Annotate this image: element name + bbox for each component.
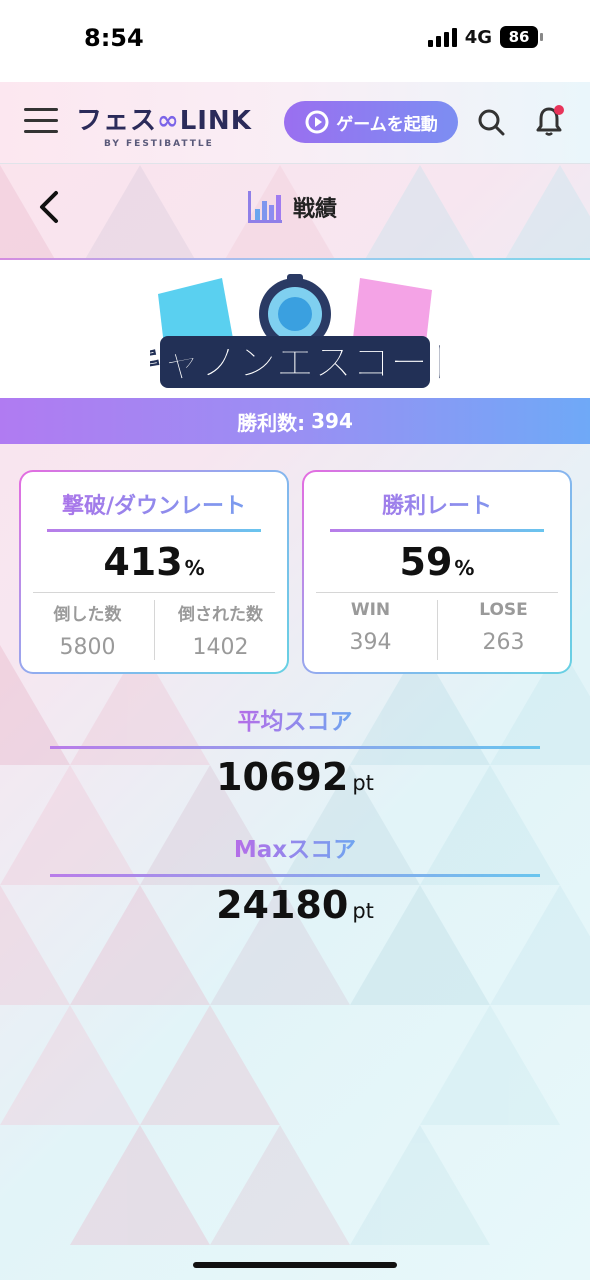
kills-value: 5800 (59, 635, 116, 660)
game-banner: キャノンエスコート (0, 260, 590, 398)
kd-card-title: 撃破/ダウンレート (21, 488, 287, 520)
win-card-title: 勝利レート (304, 488, 570, 520)
lose-stat: LOSE 263 (437, 600, 570, 655)
status-bar: 8:54 4G 86 (0, 0, 590, 82)
max-score-rule (50, 874, 540, 877)
launch-game-button[interactable]: ゲームを起動 (284, 101, 458, 143)
kills-label: 倒した数 (53, 605, 122, 625)
notification-bell-icon[interactable] (534, 104, 564, 138)
kills-stat: 倒した数 5800 (21, 600, 154, 660)
downs-value: 1402 (192, 635, 249, 660)
search-icon[interactable] (476, 107, 506, 137)
downs-stat: 倒された数 1402 (154, 600, 287, 660)
average-score-rule (50, 746, 540, 749)
infinity-icon: ∞ (157, 106, 180, 136)
game-logo-text: キャノンエスコート (150, 341, 440, 385)
average-score-block: 平均スコア 10692 pt (50, 702, 540, 799)
win-label: WIN (350, 600, 391, 620)
page-title: 戦績 (293, 197, 338, 222)
win-card-separator (316, 592, 558, 593)
max-score-title: Maxスコア (234, 830, 356, 864)
logo-text-link: LINK (179, 106, 252, 136)
launch-game-label: ゲームを起動 (336, 114, 438, 135)
network-type: 4G (464, 26, 492, 48)
average-score-value: 10692 pt (50, 755, 540, 799)
lose-label: LOSE (479, 600, 528, 620)
hamburger-menu-icon[interactable] (24, 108, 58, 136)
wins-value: 394 (311, 409, 353, 433)
kd-rate-unit: % (184, 556, 205, 580)
game-launch-icon (305, 110, 329, 134)
home-indicator[interactable] (193, 1262, 397, 1268)
win-card-rule (330, 529, 544, 532)
logo-text-fes: フェス (76, 106, 158, 136)
kd-card-separator (33, 592, 275, 593)
kd-rate-value: 413% (21, 540, 287, 584)
page-title-group: 戦績 (245, 187, 337, 227)
average-score-title: 平均スコア (238, 702, 353, 736)
kill-down-rate-card: 撃破/ダウンレート 413% 倒した数 5800 倒された数 1402 (19, 470, 289, 674)
status-time: 8:54 (84, 24, 144, 52)
max-score-number: 24180 (216, 883, 349, 927)
festilink-logo[interactable]: フェス∞LINK BY FESTIBATTLE (76, 100, 256, 150)
battery-level: 86 (508, 28, 530, 46)
max-score-block: Maxスコア 24180 pt (50, 830, 540, 927)
win-rate-unit: % (454, 556, 475, 580)
wins-count-bar: 勝利数: 394 (0, 398, 590, 444)
average-score-number: 10692 (216, 755, 349, 799)
lose-value: 263 (482, 630, 525, 655)
battery-icon: 86 (500, 26, 543, 48)
max-score-unit: pt (352, 899, 374, 923)
status-indicators: 4G 86 (427, 26, 543, 48)
win-rate-card: 勝利レート 59% WIN 394 LOSE 263 (302, 470, 572, 674)
win-value: 394 (349, 630, 392, 655)
signal-icon (427, 27, 457, 47)
logo-subtitle: BY FESTIBATTLE (104, 139, 214, 149)
wins-label: 勝利数: (237, 410, 306, 435)
bar-chart-icon (248, 191, 282, 223)
kd-card-rule (47, 529, 261, 532)
win-rate-value: 59% (304, 540, 570, 584)
average-score-unit: pt (352, 771, 374, 795)
win-rate-number: 59 (399, 540, 453, 584)
back-arrow-icon[interactable] (34, 187, 64, 227)
cannon-escort-logo: キャノンエスコート (150, 274, 440, 388)
max-score-value: 24180 pt (50, 883, 540, 927)
downs-label: 倒された数 (178, 605, 263, 625)
page-title-bar: 戦績 (0, 165, 590, 257)
win-stat: WIN 394 (304, 600, 437, 655)
kd-rate-number: 413 (103, 540, 183, 584)
